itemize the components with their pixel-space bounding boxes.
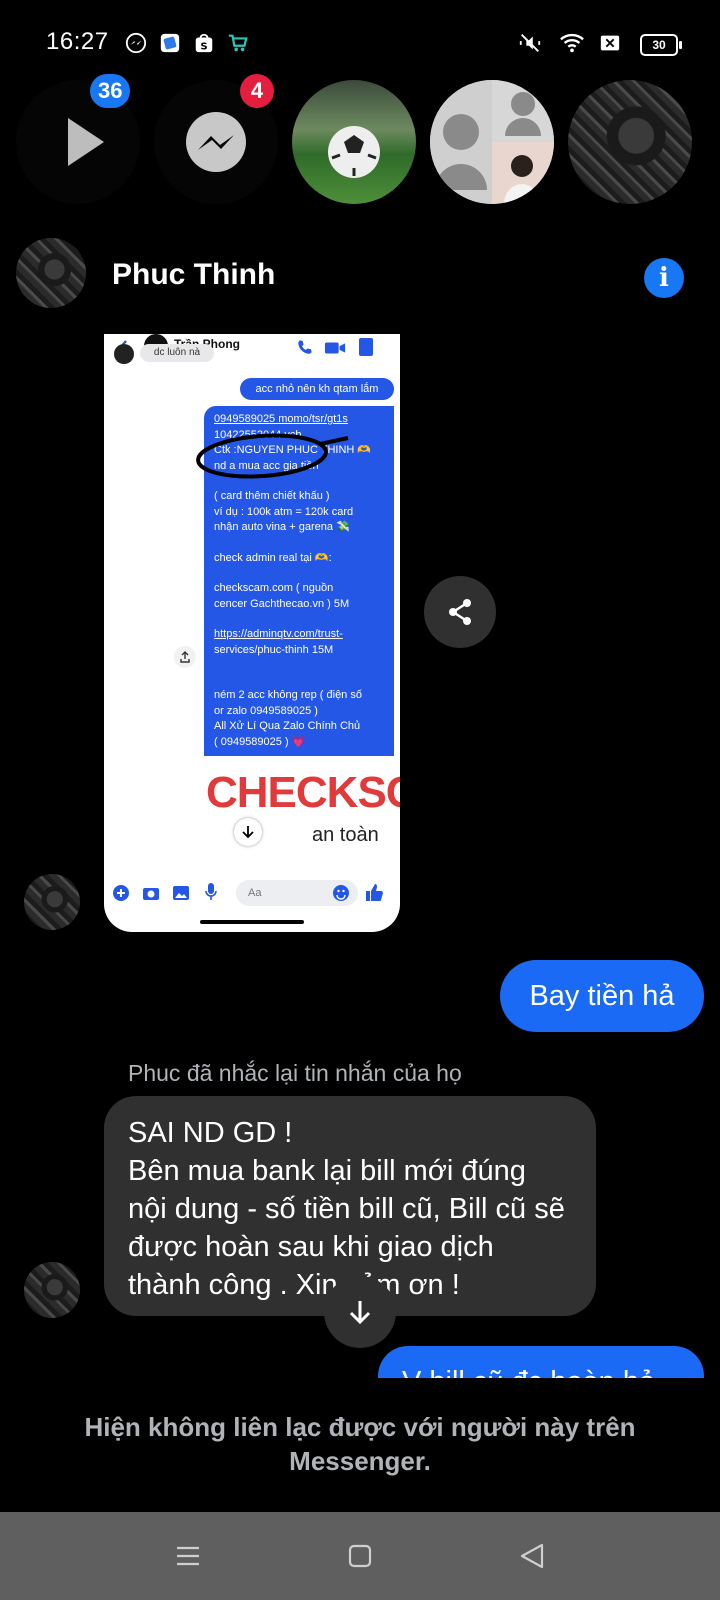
gallery-icon (173, 886, 189, 900)
msg-line: 0949589025 momo/tsr/gt1s (214, 413, 348, 425)
screenshot-small-message: acc nhỏ nên kh qtam lắm (240, 378, 394, 400)
msg-line: All Xử Lí Qua Zalo Chính Chủ (214, 720, 361, 732)
reply-note: Phuc đã nhắc lại tin nhắn của họ (128, 1060, 462, 1086)
handdrawn-circle-annotation (196, 433, 349, 479)
notice-text: Hiện không liên lạc được với người này t… (84, 1412, 636, 1476)
msg-line: checkscam.com ( nguồn (214, 582, 334, 594)
video-badge: 36 (90, 74, 131, 108)
msg-line: services/phuc-thinh 15M (214, 643, 334, 656)
forward-icon (174, 646, 196, 668)
msg-line (214, 673, 386, 688)
msg-line (214, 536, 386, 551)
outgoing-message[interactable]: Bay tiền hả (500, 960, 704, 1032)
recent-apps-button[interactable] (170, 1538, 206, 1574)
share-icon (449, 599, 471, 625)
messenger-badge: 4 (240, 74, 274, 108)
header-avatar[interactable] (16, 238, 86, 308)
home-square-icon (348, 1544, 372, 1568)
shared-screenshot[interactable]: Trần Phong dc luôn nà acc nhỏ nên kh qta… (104, 334, 400, 932)
msg-line: ( card thêm chiết khấu ) (214, 490, 330, 502)
msg-line: or zalo 0949589025 ) (214, 704, 318, 717)
conversation-title[interactable]: Phuc Thinh (112, 258, 275, 292)
screenshot-home-indicator (200, 920, 304, 924)
sender-avatar[interactable] (24, 874, 80, 930)
back-triangle-icon (520, 1543, 544, 1569)
checkscam-banner: CHECKSC an toàn (204, 756, 400, 876)
system-nav-bar (0, 1512, 720, 1600)
group-photo (430, 80, 554, 204)
status-time: 16:27 (46, 28, 109, 55)
messenger-notification-icon (124, 31, 148, 55)
msg-line (214, 658, 386, 673)
screenshot-scroll-icon (234, 818, 262, 846)
scroll-to-bottom-button[interactable] (324, 1276, 396, 1348)
group-avatar[interactable] (430, 80, 554, 204)
phuc-thinh-bubble[interactable] (568, 80, 692, 204)
home-button[interactable] (342, 1538, 378, 1574)
cart-notification-icon (226, 31, 250, 55)
battery-icon: 30 (640, 34, 682, 56)
msg-line: check admin real tại 🫶: (214, 551, 332, 564)
msg-line: https://adminqtv.com/trust- (214, 628, 343, 640)
share-button[interactable] (424, 576, 496, 648)
sender-avatar[interactable] (24, 1262, 80, 1318)
document-icon (359, 338, 373, 356)
msg-line (214, 612, 386, 627)
msg-line: ném 2 acc không rep ( điện số (214, 689, 362, 701)
soccer-ball-image (328, 126, 380, 178)
sender-avatar-small (114, 344, 134, 364)
msg-line: cencer Gachthecao.vn ) 5M (214, 597, 350, 610)
msg-line: nhận auto vina + garena 💸 (214, 521, 350, 533)
msg-line (214, 566, 386, 581)
banner-subtext: an toàn (312, 824, 379, 846)
menu-icon (177, 1546, 199, 1566)
previous-message: dc luôn nà (140, 344, 214, 362)
info-icon[interactable]: i (644, 258, 684, 298)
msg-line: ( 0949589025 ) 💗 (214, 735, 306, 748)
mic-icon (205, 883, 217, 900)
call-icon (298, 340, 312, 354)
shopee-notification-icon: S (192, 31, 216, 55)
screenshot-composer: Aa (104, 874, 400, 914)
unavailable-notice: Hiện không liên lạc được với người này t… (0, 1378, 720, 1512)
soccer-ball-avatar[interactable] (292, 80, 416, 204)
like-icon (366, 884, 383, 901)
mute-icon (518, 31, 542, 55)
camera-icon (143, 888, 159, 900)
plus-icon (113, 885, 129, 901)
arrow-down-icon (349, 1301, 371, 1325)
wifi-icon (560, 31, 584, 55)
msg-line: ví dụ : 100k atm = 120k card (214, 505, 354, 518)
app-notification-icon (158, 31, 182, 55)
emoji-icon (333, 885, 349, 901)
no-sim-icon (598, 31, 622, 55)
video-call-icon (324, 342, 346, 354)
banner-text: CHECKSC (206, 768, 400, 817)
svg-text:S: S (200, 41, 207, 52)
back-button[interactable] (514, 1538, 550, 1574)
